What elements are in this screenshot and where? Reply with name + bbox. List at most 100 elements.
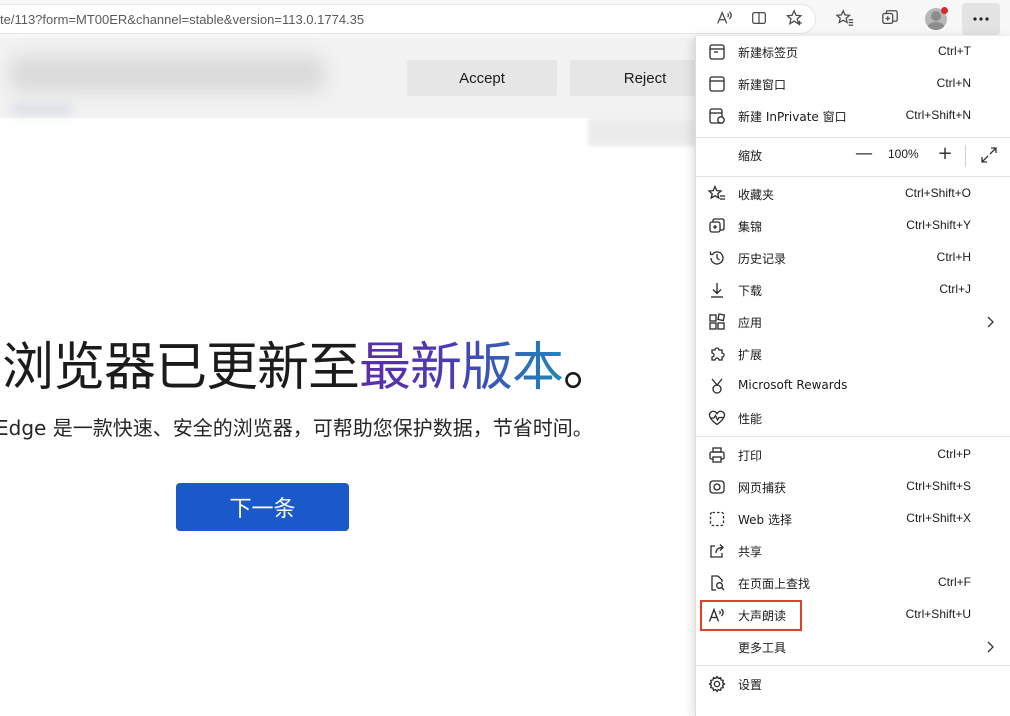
menu-separator	[696, 665, 1010, 666]
menu-item-web-select[interactable]: Web 选择 Ctrl+Shift+X	[696, 503, 1010, 535]
extensions-icon	[708, 345, 726, 363]
menu-item-label: 新建 InPrivate 窗口	[738, 110, 847, 124]
cookie-banner: Accept Reject	[0, 38, 720, 118]
menu-item-shortcut: Ctrl+Shift+X	[906, 511, 971, 525]
menu-separator	[696, 436, 1010, 437]
menu-item-new-window[interactable]: 新建窗口 Ctrl+N	[696, 68, 1010, 100]
chevron-right-icon	[985, 639, 995, 655]
menu-item-print[interactable]: 打印 Ctrl+P	[696, 439, 1010, 471]
apps-icon	[708, 313, 726, 331]
menu-item-label: 收藏夹	[738, 188, 775, 202]
menu-item-shortcut: Ctrl+F	[938, 575, 971, 589]
menu-item-shortcut: Ctrl+Shift+S	[906, 479, 971, 493]
menu-item-performance[interactable]: 性能	[696, 402, 1010, 434]
menu-item-more-tools[interactable]: 更多工具	[696, 631, 1010, 663]
add-favorite-icon[interactable]	[784, 7, 806, 29]
collections-icon[interactable]	[879, 7, 901, 29]
menu-item-label: 新建窗口	[738, 78, 787, 92]
web-select-icon	[708, 510, 726, 528]
menu-separator	[696, 176, 1010, 177]
menu-item-shortcut: Ctrl+J	[939, 282, 971, 296]
menu-item-shortcut: Ctrl+N	[936, 76, 971, 90]
chevron-right-icon	[985, 314, 995, 330]
notification-dot	[941, 7, 948, 14]
headline-plain: 浏览器已更新至	[2, 338, 360, 398]
web-capture-icon	[708, 478, 726, 496]
menu-item-new-inprivate-window[interactable]: 新建 InPrivate 窗口 Ctrl+Shift+N	[696, 100, 1010, 132]
find-on-page-icon	[708, 574, 726, 592]
download-icon	[708, 281, 726, 299]
menu-item-shortcut: Ctrl+Shift+U	[905, 607, 971, 621]
read-aloud-icon[interactable]	[713, 7, 735, 29]
menu-item-shortcut: Ctrl+Shift+Y	[906, 218, 971, 232]
headline-highlight: 最新版本	[359, 338, 564, 398]
new-tab-icon	[708, 43, 726, 61]
favorites-icon[interactable]	[834, 7, 856, 29]
url-text[interactable]: te/113?form=MT00ER&channel=stable&versio…	[0, 12, 364, 27]
menu-item-shortcut: Ctrl+T	[938, 44, 971, 58]
zoom-level: 100%	[888, 147, 919, 161]
menu-item-label: 共享	[738, 545, 763, 559]
highlight-box	[700, 600, 802, 631]
menu-item-label: 更多工具	[738, 641, 787, 655]
menu-item-apps[interactable]: 应用	[696, 306, 1010, 338]
favorites-star-icon	[708, 185, 726, 203]
menu-item-shortcut: Ctrl+Shift+O	[904, 186, 971, 200]
menu-item-label: 新建标签页	[738, 46, 799, 60]
gear-icon	[708, 675, 726, 693]
menu-item-shortcut: Ctrl+P	[937, 447, 971, 461]
menu-item-label: 性能	[738, 412, 763, 426]
next-button[interactable]: 下一条	[176, 483, 349, 531]
blurred-banner-link	[12, 104, 72, 114]
menu-item-shortcut: Ctrl+Shift+N	[905, 108, 971, 122]
menu-item-microsoft-rewards[interactable]: Microsoft Rewards	[696, 370, 1010, 402]
address-bar[interactable]: te/113?form=MT00ER&channel=stable&versio…	[0, 4, 816, 34]
zoom-in-button[interactable]: +	[934, 144, 956, 166]
menu-item-label: 扩展	[738, 348, 763, 362]
menu-item-label: 应用	[738, 316, 763, 330]
menu-item-label: Microsoft Rewards	[738, 378, 848, 392]
accept-cookies-button[interactable]: Accept	[407, 60, 557, 96]
menu-item-label: 设置	[738, 678, 763, 692]
new-window-icon	[708, 75, 726, 93]
performance-heart-icon	[708, 409, 726, 427]
menu-item-label: 网页捕获	[738, 481, 787, 495]
headline-end: 。	[563, 338, 615, 398]
menu-item-extensions[interactable]: 扩展	[696, 338, 1010, 370]
rewards-icon	[708, 377, 726, 395]
blurred-banner-text	[10, 56, 325, 92]
menu-item-label: 集锦	[738, 220, 763, 234]
menu-separator	[696, 137, 1010, 138]
page-subline: Edge 是一款快速、安全的浏览器，可帮助您保护数据，节省时间。	[0, 416, 593, 440]
print-icon	[708, 446, 726, 464]
menu-item-share[interactable]: 共享	[696, 535, 1010, 567]
menu-item-favorites[interactable]: 收藏夹 Ctrl+Shift+O	[696, 178, 1010, 210]
menu-item-zoom: 缩放 — 100% +	[696, 139, 1010, 171]
menu-item-new-tab[interactable]: 新建标签页 Ctrl+T	[696, 36, 1010, 68]
menu-item-history[interactable]: 历史记录 Ctrl+H	[696, 242, 1010, 274]
fullscreen-icon[interactable]	[979, 145, 999, 165]
menu-item-label: 打印	[738, 449, 763, 463]
menu-item-label: 在页面上查找	[738, 577, 811, 591]
more-dots-icon	[973, 17, 989, 21]
menu-item-label: 下载	[738, 284, 763, 298]
settings-more-button[interactable]	[962, 3, 1000, 35]
share-icon	[708, 542, 726, 560]
inprivate-icon	[708, 107, 726, 125]
menu-item-label: Web 选择	[738, 513, 792, 527]
menu-item-label: 缩放	[738, 149, 763, 163]
menu-item-downloads[interactable]: 下载 Ctrl+J	[696, 274, 1010, 306]
zoom-out-button[interactable]: —	[853, 144, 875, 166]
collections-menu-icon	[708, 217, 726, 235]
blurred-strip	[588, 118, 698, 146]
menu-item-settings[interactable]: 设置	[696, 668, 1010, 700]
menu-item-label: 历史记录	[738, 252, 787, 266]
page-headline: 浏览器已更新至最新版本。	[2, 325, 615, 400]
split-screen-icon[interactable]	[748, 7, 770, 29]
menu-item-collections[interactable]: 集锦 Ctrl+Shift+Y	[696, 210, 1010, 242]
zoom-divider	[965, 145, 966, 167]
menu-item-find-on-page[interactable]: 在页面上查找 Ctrl+F	[696, 567, 1010, 599]
menu-item-web-capture[interactable]: 网页捕获 Ctrl+Shift+S	[696, 471, 1010, 503]
menu-item-shortcut: Ctrl+H	[936, 250, 971, 264]
history-icon	[708, 249, 726, 267]
